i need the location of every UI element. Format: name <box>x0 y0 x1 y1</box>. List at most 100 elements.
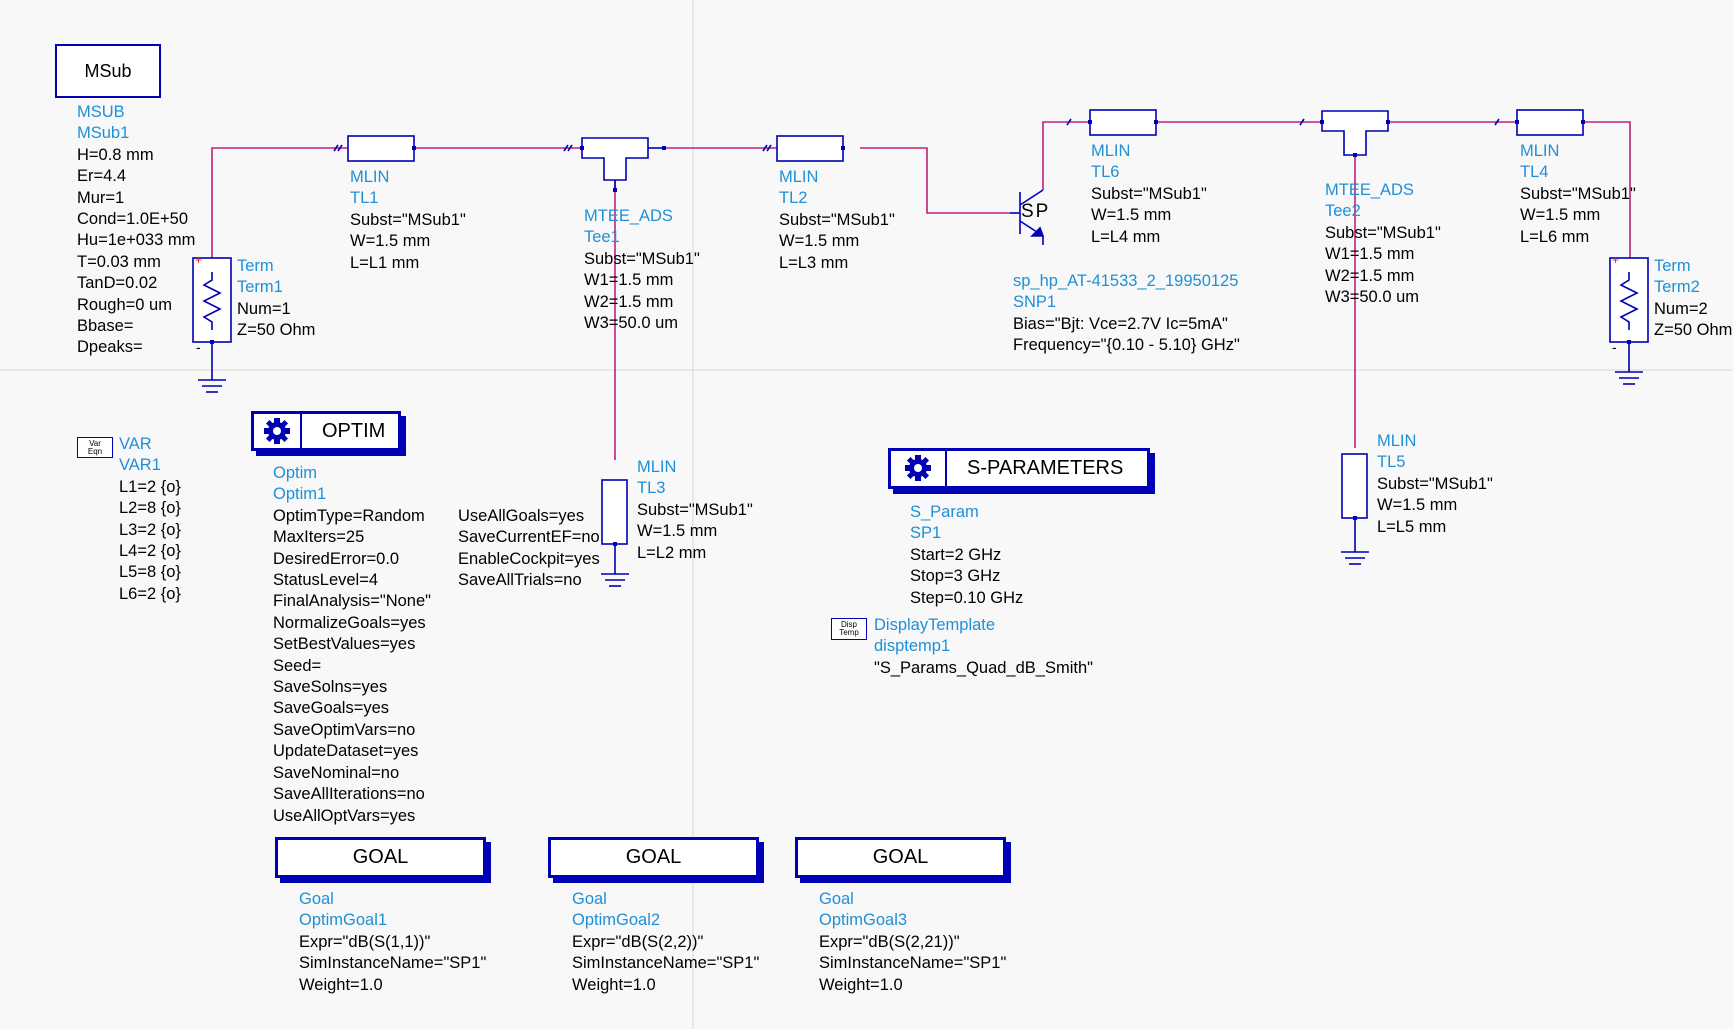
disp-temp-icon[interactable]: Disp Temp <box>831 618 867 640</box>
goal2-weight: Weight=1.0 <box>572 975 656 994</box>
tee2-type: MTEE_ADS <box>1325 181 1414 199</box>
tee1-w3: W3=50.0 um <box>584 314 679 333</box>
msub-er: Er=4.4 <box>77 167 127 186</box>
goal3-siminstance: SimInstanceName="SP1" <box>819 954 1007 973</box>
optim-setbestvalues: SetBestValues=yes <box>273 635 416 654</box>
goal3-button-label: GOAL <box>872 846 929 868</box>
ground-tl3 <box>601 544 629 587</box>
optim-savegoals: SaveGoals=yes <box>273 699 390 718</box>
msub-h: H=0.8 mm <box>77 145 154 164</box>
var-params[interactable]: VAR VAR1 L1=2 {o} L2=8 {o} L3=2 {o} L4=2… <box>119 434 181 605</box>
snp1-type: sp_hp_AT-41533_2_19950125 <box>1013 272 1239 290</box>
term2-params[interactable]: Term Term2 Num=2 Z=50 Ohm <box>1654 256 1732 342</box>
msub-cond: Cond=1.0E+50 <box>77 210 189 229</box>
tee2-w1: W1=1.5 mm <box>1325 245 1415 264</box>
snp1-frequency: Frequency="{0.10 - 5.10} GHz" <box>1013 336 1240 355</box>
term1-num: Num=1 <box>237 299 291 318</box>
goal1-type: Goal <box>299 890 334 908</box>
tl6-params[interactable]: MLIN TL6 Subst="MSub1" W=1.5 mm L=L4 mm <box>1091 141 1207 248</box>
optim-seed: Seed= <box>273 656 322 675</box>
optim-saveoptimvars: SaveOptimVars=no <box>273 720 416 739</box>
svg-text:-: - <box>1612 339 1617 355</box>
disp-params[interactable]: DisplayTemplate disptemp1 "S_Params_Quad… <box>874 615 1093 679</box>
var-l4: L4=2 {o} <box>119 542 181 561</box>
optim-button[interactable]: OPTIM <box>251 411 401 451</box>
optim-normalizegoals: NormalizeGoals=yes <box>273 613 426 632</box>
tl4-l: L=L6 mm <box>1520 227 1590 246</box>
msub-box-label: MSub <box>84 61 132 81</box>
snp1-bias: Bias="Bjt: Vce=2.7V Ic=5mA" <box>1013 314 1228 333</box>
var-l6: L6=2 {o} <box>119 584 181 603</box>
term1-params[interactable]: Term Term1 Num=1 Z=50 Ohm <box>237 256 315 342</box>
goal1-button[interactable]: GOAL <box>275 837 486 878</box>
sparam-button-label: S-PARAMETERS <box>967 457 1124 479</box>
tl5-subst: Subst="MSub1" <box>1377 474 1493 493</box>
tl1-l: L=L1 mm <box>350 253 420 272</box>
tl1-w: W=1.5 mm <box>350 232 431 251</box>
tl3-instance: TL3 <box>637 479 666 498</box>
msub-tand: TanD=0.02 <box>77 274 158 293</box>
wire-snp1-tl6 <box>1042 121 1090 190</box>
sparam-button[interactable]: S-PARAMETERS <box>888 448 1150 489</box>
tl4-type: MLIN <box>1520 142 1560 160</box>
ground-term1 <box>198 342 226 393</box>
optim-params[interactable]: Optim Optim1 OptimType=Random MaxIters=2… <box>273 463 431 827</box>
goal2-params[interactable]: Goal OptimGoal2 Expr="dB(S(2,2))" SimIns… <box>572 889 759 996</box>
tee2-params[interactable]: MTEE_ADS Tee2 Subst="MSub1" W1=1.5 mm W2… <box>1325 180 1441 308</box>
sparam-gear-icon <box>891 451 947 486</box>
disp-type: DisplayTemplate <box>874 616 996 634</box>
tl4-w: W=1.5 mm <box>1520 206 1601 225</box>
snp1-instance: SNP1 <box>1013 293 1057 312</box>
tl3-params[interactable]: MLIN TL3 Subst="MSub1" W=1.5 mm L=L2 mm <box>637 457 753 564</box>
tl2-params[interactable]: MLIN TL2 Subst="MSub1" W=1.5 mm L=L3 mm <box>779 167 895 274</box>
tl3-w: W=1.5 mm <box>637 522 718 541</box>
tl1-subst: Subst="MSub1" <box>350 210 466 229</box>
tl4-params[interactable]: MLIN TL4 Subst="MSub1" W=1.5 mm L=L6 mm <box>1520 141 1636 248</box>
var-l3: L3=2 {o} <box>119 520 181 539</box>
tl6-type: MLIN <box>1091 142 1131 160</box>
optim-savecurrentef: SaveCurrentEF=no <box>458 528 600 547</box>
term2-num: Num=2 <box>1654 299 1708 318</box>
goal1-params[interactable]: Goal OptimGoal1 Expr="dB(S(1,1))" SimIns… <box>299 889 486 996</box>
tl5-l: L=L5 mm <box>1377 517 1447 536</box>
msub-hu: Hu=1e+033 mm <box>77 231 196 250</box>
tl3-subst: Subst="MSub1" <box>637 500 753 519</box>
tl1-params[interactable]: MLIN TL1 Subst="MSub1" W=1.5 mm L=L1 mm <box>350 167 466 274</box>
tee1-instance: Tee1 <box>584 228 620 247</box>
msub-params[interactable]: MSUB MSub1 H=0.8 mm Er=4.4 Mur=1 Cond=1.… <box>77 102 195 359</box>
optim-statuslevel: StatusLevel=4 <box>273 571 379 590</box>
goal3-params[interactable]: Goal OptimGoal3 Expr="dB(S(2,21))" SimIn… <box>819 889 1006 996</box>
snp1-symbol-label: SP <box>1021 201 1051 222</box>
var-type: VAR <box>119 435 152 453</box>
var-eqn-icon[interactable]: Var Eqn <box>77 437 113 458</box>
goal2-instance: OptimGoal2 <box>572 911 661 930</box>
tl1-type: MLIN <box>350 168 390 186</box>
tl5-params[interactable]: MLIN TL5 Subst="MSub1" W=1.5 mm L=L5 mm <box>1377 431 1493 538</box>
sparam-type: S_Param <box>910 503 979 521</box>
tl2-instance: TL2 <box>779 189 808 208</box>
optim-enablecockpit: EnableCockpit=yes <box>458 549 600 568</box>
var-instance: VAR1 <box>119 456 161 475</box>
optim-saveallit: SaveAllIterations=no <box>273 785 425 804</box>
msub-box[interactable]: MSub <box>55 44 161 98</box>
tl5-w: W=1.5 mm <box>1377 496 1458 515</box>
sparam-params[interactable]: S_Param SP1 Start=2 GHz Stop=3 GHz Step=… <box>910 502 1023 609</box>
var-tag-bottom: Eqn <box>87 447 103 456</box>
goal3-instance: OptimGoal3 <box>819 911 908 930</box>
optim-params-col2[interactable]: UseAllGoals=yes SaveCurrentEF=no EnableC… <box>458 506 600 592</box>
term1-z: Z=50 Ohm <box>237 321 316 340</box>
tl2-w: W=1.5 mm <box>779 232 860 251</box>
goal3-button[interactable]: GOAL <box>795 837 1006 878</box>
goal2-button[interactable]: GOAL <box>548 837 759 878</box>
goal3-expr: Expr="dB(S(2,21))" <box>819 932 960 951</box>
svg-text:+: + <box>195 253 202 267</box>
optim-desirederror: DesiredError=0.0 <box>273 549 400 568</box>
optim-maxiters: MaxIters=25 <box>273 528 365 547</box>
term1-type: Term <box>237 257 274 275</box>
term2-instance: Term2 <box>1654 278 1700 297</box>
snp1-params[interactable]: sp_hp_AT-41533_2_19950125 SNP1 Bias="Bjt… <box>1013 271 1240 357</box>
tee2-symbol <box>1321 110 1389 156</box>
optim-type: Optim <box>273 464 318 482</box>
svg-text:-: - <box>196 339 201 355</box>
tee1-params[interactable]: MTEE_ADS Tee1 Subst="MSub1" W1=1.5 mm W2… <box>584 206 700 334</box>
